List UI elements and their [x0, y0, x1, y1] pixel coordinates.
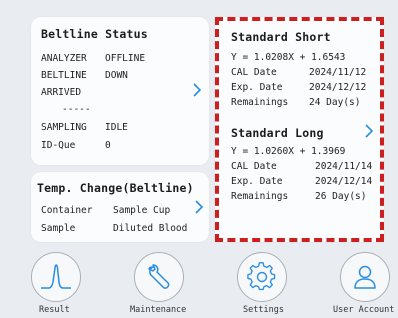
maintenance-label[interactable]: Maintenance: [130, 305, 186, 315]
wrench-icon: [148, 264, 170, 289]
standard-short-equation: Y = 1.0208X + 1.6543: [231, 52, 346, 63]
short-exp-date-value: 2024/12/12: [309, 82, 367, 93]
long-cal-date-value: 2024/11/14: [315, 161, 373, 172]
temp-change-card[interactable]: Temp. Change(Beltline) Container Sample …: [31, 172, 209, 242]
user-icon: [354, 265, 376, 289]
arrived-label: ARRIVED: [41, 87, 82, 98]
user-account-button[interactable]: [340, 252, 390, 302]
beltline-status-title: Beltline Status: [41, 27, 148, 41]
sampling-value: IDLE: [105, 122, 128, 133]
settings-button[interactable]: [237, 252, 287, 302]
short-cal-date-label: CAL Date: [231, 67, 277, 78]
container-label: Container: [41, 205, 93, 216]
short-cal-date-value: 2024/11/12: [309, 67, 367, 78]
sampling-label: SAMPLING: [41, 122, 87, 133]
analyzer-value: OFFLINE: [105, 53, 146, 64]
waveform-icon: [41, 264, 71, 289]
beltline-value: DOWN: [105, 70, 128, 81]
temp-change-chevron-right-icon[interactable]: [191, 197, 207, 217]
beltline-status-card[interactable]: Beltline Status ANALYZER OFFLINE BELTLIN…: [31, 17, 209, 165]
settings-label[interactable]: Settings: [243, 305, 284, 315]
divider-dashes: -----: [62, 104, 91, 115]
long-remainings-label: Remainings: [231, 191, 289, 202]
short-remainings-value: 24 Day(s): [309, 97, 361, 108]
sample-label: Sample: [41, 223, 76, 234]
standard-long-title: Standard Long: [231, 126, 324, 140]
gear-icon: [247, 262, 276, 291]
short-remainings-label: Remainings: [231, 97, 289, 108]
standard-chevron-right-icon[interactable]: [361, 121, 377, 141]
beltline-chevron-right-icon[interactable]: [189, 80, 205, 100]
standard-calibration-card[interactable]: Standard Short Y = 1.0208X + 1.6543 CAL …: [215, 17, 384, 242]
maintenance-button[interactable]: [134, 252, 184, 302]
result-label[interactable]: Result: [39, 305, 70, 315]
analyzer-label: ANALYZER: [41, 53, 87, 64]
container-value: Sample Cup: [113, 205, 171, 216]
long-cal-date-label: CAL Date: [231, 161, 277, 172]
long-remainings-value: 26 Day(s): [315, 191, 367, 202]
short-exp-date-label: Exp. Date: [231, 82, 283, 93]
standard-short-title: Standard Short: [231, 30, 331, 44]
beltline-label: BELTLINE: [41, 70, 87, 81]
standard-long-equation: Y = 1.0260X + 1.3969: [231, 146, 346, 157]
id-que-label: ID-Que: [41, 140, 76, 151]
result-button[interactable]: [31, 252, 81, 302]
user-account-label[interactable]: User Account: [333, 305, 394, 315]
long-exp-date-label: Exp. Date: [231, 176, 283, 187]
temp-change-title: Temp. Change(Beltline): [37, 181, 194, 195]
sample-value: Diluted Blood: [113, 223, 188, 234]
id-que-value: 0: [105, 140, 111, 151]
long-exp-date-value: 2024/12/14: [315, 176, 373, 187]
